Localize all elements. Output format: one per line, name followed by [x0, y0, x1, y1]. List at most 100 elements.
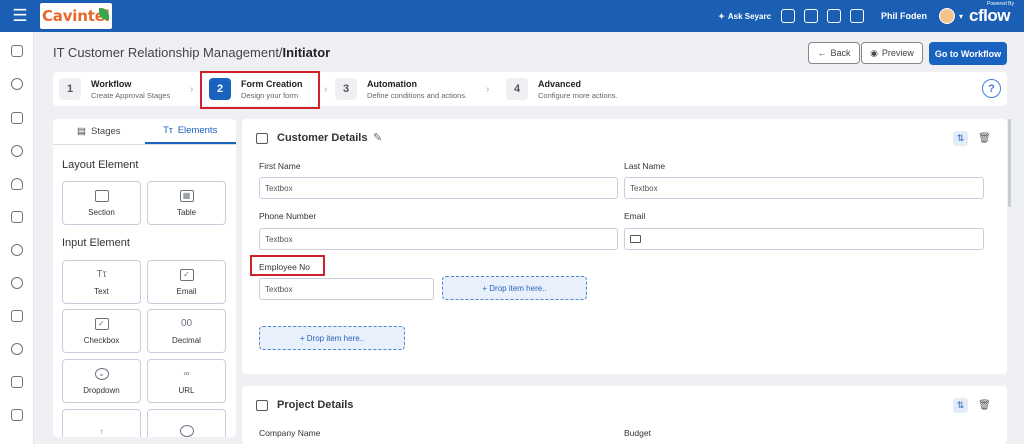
breadcrumb-path[interactable]: IT Customer Relationship Management/ — [53, 45, 283, 60]
palette-item-label: Section — [88, 207, 115, 217]
tab-stages-label: Stages — [90, 126, 121, 137]
last-name-field[interactable]: Textbox — [624, 177, 984, 199]
budget-label: Budget — [624, 428, 651, 438]
arrow-left-icon: ← — [817, 48, 827, 58]
screen-record-icon[interactable] — [804, 9, 819, 23]
drop-zone[interactable]: + Drop item here.. — [259, 326, 405, 350]
tab-stages[interactable]: ▤ Stages — [53, 119, 145, 144]
placeholder: Textbox — [265, 284, 293, 294]
user-name[interactable]: Phil Foden — [881, 11, 927, 21]
logo[interactable]: Cavintel — [40, 3, 112, 29]
step-title: Workflow — [91, 78, 132, 89]
employee-no-field[interactable]: Textbox — [259, 278, 434, 300]
report-icon[interactable] — [11, 112, 23, 124]
step-number: 4 — [506, 78, 528, 100]
trash-icon[interactable]: 🗑 — [977, 398, 992, 413]
share-icon[interactable] — [11, 78, 23, 90]
video-icon[interactable] — [781, 9, 796, 23]
first-name-field[interactable]: Textbox — [259, 177, 618, 199]
menu-icon[interactable]: ☰ — [0, 0, 40, 32]
upload-icon: ↑ — [99, 426, 104, 436]
palette-item-table[interactable]: ▦ Table — [147, 181, 226, 225]
location-icon — [179, 425, 194, 437]
last-name-label: Last Name — [624, 161, 666, 171]
first-name-label: First Name — [259, 161, 301, 171]
chevron-right-icon: › — [190, 84, 194, 95]
drop-zone[interactable]: + Drop item here.. — [442, 276, 587, 300]
pencil-icon[interactable]: ✎ — [373, 131, 382, 144]
tab-elements[interactable]: Tτ Elements — [144, 119, 236, 144]
ask-seyarc-button[interactable]: ✦ Ask Seyarc — [718, 12, 771, 21]
cloud-icon[interactable] — [11, 145, 23, 157]
palette-item-label: Text — [94, 286, 109, 296]
step-highlight — [200, 71, 320, 109]
phone-number-field[interactable]: Textbox — [259, 228, 618, 250]
email-field[interactable] — [624, 228, 984, 250]
element-palette: ▤ Stages Tτ Elements Layout Element Sect… — [53, 119, 236, 437]
placeholder: Textbox — [265, 234, 293, 244]
go-to-workflow-button[interactable]: Go to Workflow — [929, 42, 1007, 65]
network-icon[interactable] — [11, 277, 23, 289]
scrollbar[interactable] — [1008, 119, 1011, 207]
bulb-icon[interactable] — [11, 178, 23, 190]
users-icon[interactable] — [11, 244, 23, 256]
section-title: Customer Details — [277, 132, 368, 144]
checklist-icon[interactable] — [827, 9, 842, 23]
step-title: Automation — [367, 78, 417, 89]
bus-icon[interactable] — [11, 310, 23, 322]
back-button[interactable]: ← Back — [808, 42, 860, 64]
decimal-icon: 00 — [180, 318, 193, 329]
step-title: Advanced — [538, 78, 582, 89]
sort-icon[interactable]: ⇅ — [953, 398, 968, 413]
step-number: 1 — [59, 78, 81, 100]
step-workflow[interactable]: 1 Workflow Create Approval Stages — [59, 76, 170, 102]
stages-icon: ▤ — [76, 126, 86, 137]
history-icon[interactable] — [11, 343, 23, 355]
preview-button[interactable]: ◉ Preview — [861, 42, 923, 64]
section-icon — [94, 189, 109, 202]
email-icon: ✓ — [179, 268, 194, 281]
palette-item-url[interactable]: ∞ URL — [147, 359, 226, 403]
edit-icon[interactable] — [11, 409, 23, 421]
step-automation[interactable]: 3 Automation Define conditions and actio… — [335, 76, 467, 102]
palette-item-upload[interactable]: ↑ — [62, 409, 141, 437]
tab-elements-label: Elements — [177, 125, 218, 136]
section-icon — [256, 400, 268, 411]
avatar[interactable] — [939, 8, 956, 24]
chevron-down-icon[interactable]: ▾ — [959, 12, 963, 21]
chevron-right-icon: › — [324, 84, 328, 95]
powered-by-label: Powered By — [987, 1, 1014, 7]
section-title: Project Details — [277, 399, 354, 411]
palette-item-checkbox[interactable]: ✓ Checkbox — [62, 309, 141, 353]
trash-icon[interactable]: 🗑 — [977, 131, 992, 146]
layout-element-heading: Layout Element — [62, 159, 139, 171]
palette-item-dropdown[interactable]: ⌄ Dropdown — [62, 359, 141, 403]
back-label: Back — [830, 48, 851, 58]
top-bar: ☰ Cavintel ✦ Ask Seyarc Phil Foden ▾ Pow… — [0, 0, 1024, 32]
palette-item-email[interactable]: ✓ Email — [147, 260, 226, 304]
eye-icon: ◉ — [870, 47, 878, 58]
company-name-label: Company Name — [259, 428, 321, 438]
cflow-brand-logo: Powered By cflow — [969, 1, 1014, 26]
section-icon — [256, 133, 268, 144]
chart-icon[interactable] — [11, 211, 23, 223]
step-subtitle: Configure more actions. — [538, 90, 618, 100]
email-label: Email — [624, 211, 646, 221]
home-icon[interactable] — [11, 45, 23, 57]
question-icon[interactable]: ? — [982, 79, 1001, 98]
palette-item-text[interactable]: Tτ Text — [62, 260, 141, 304]
palette-item-label: Decimal — [172, 335, 201, 345]
step-number: 3 — [335, 78, 357, 100]
sort-icon[interactable]: ⇅ — [953, 131, 968, 146]
chevron-right-icon: › — [486, 84, 490, 95]
tools-icon[interactable] — [11, 376, 23, 388]
palette-item-section[interactable]: Section — [62, 181, 141, 225]
palette-tabs: ▤ Stages Tτ Elements — [53, 119, 236, 145]
help-icon[interactable] — [850, 9, 865, 23]
employee-no-highlight — [250, 255, 325, 276]
palette-item-decimal[interactable]: 00 Decimal — [147, 309, 226, 353]
palette-item-location[interactable] — [147, 409, 226, 437]
checkbox-icon: ✓ — [94, 317, 109, 330]
step-advanced[interactable]: 4 Advanced Configure more actions. — [506, 76, 618, 102]
phone-number-label: Phone Number — [259, 211, 317, 221]
